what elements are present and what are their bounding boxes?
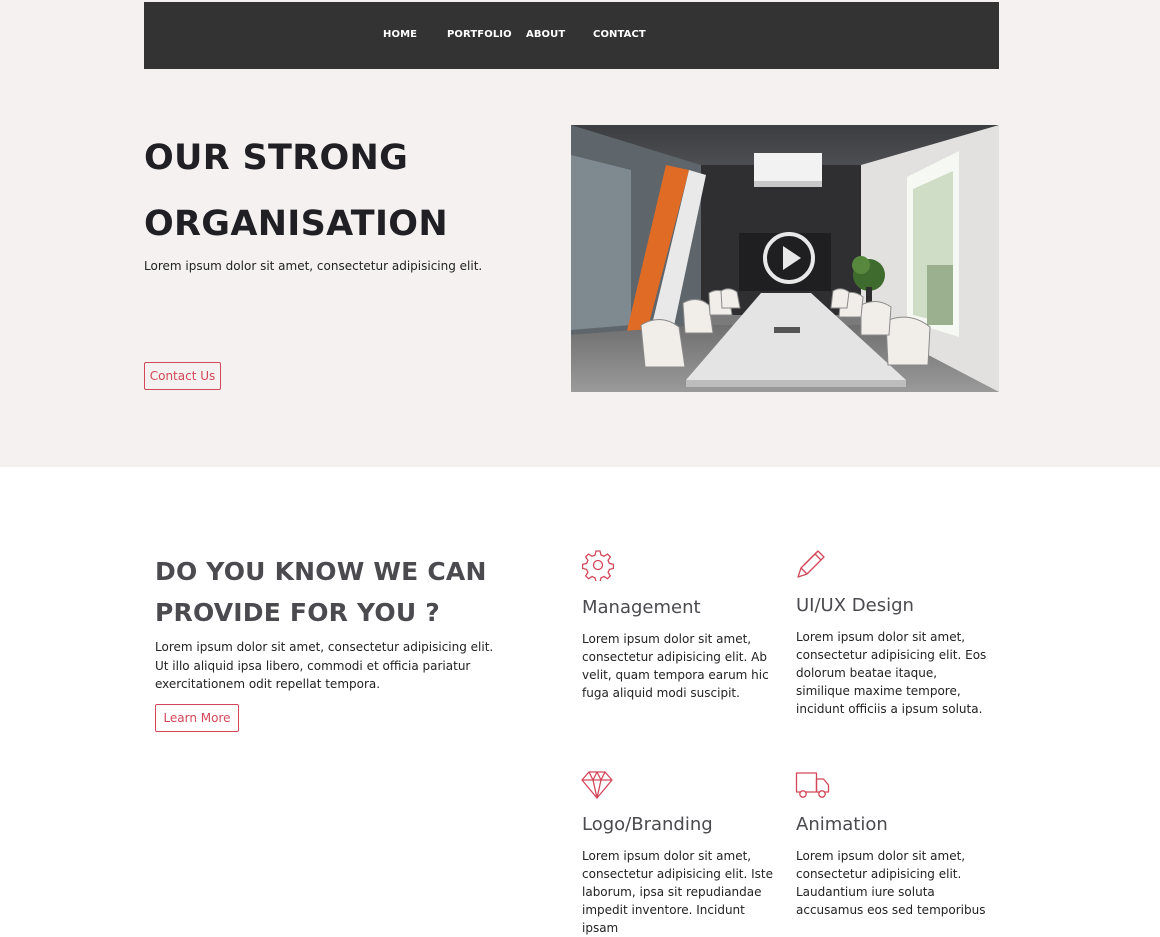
services-title-line-1: DO YOU KNOW WE CAN xyxy=(155,557,487,586)
service-card-title: Management xyxy=(582,597,701,618)
nav-link-home[interactable]: HOME xyxy=(383,29,417,40)
service-card-title: Animation xyxy=(796,814,888,835)
play-icon[interactable] xyxy=(762,231,816,285)
hero-title-line-2: ORGANISATION xyxy=(144,204,448,244)
nav-link-portfolio[interactable]: PORTFOLIO xyxy=(447,29,512,40)
video-thumbnail[interactable] xyxy=(571,125,999,392)
services-description: Lorem ipsum dolor sit amet, consectetur … xyxy=(155,640,494,691)
service-card-text: Lorem ipsum dolor sit amet, consectetur … xyxy=(796,849,986,917)
pencil-icon xyxy=(797,550,825,578)
services-title: DO YOU KNOW WE CAN PROVIDE FOR YOU ? xyxy=(155,551,487,633)
hero-subtitle: Lorem ipsum dolor sit amet, consectetur … xyxy=(144,259,483,273)
service-card-title: UI/UX Design xyxy=(796,595,914,616)
hero-section: HOME PORTFOLIO ABOUT CONTACT OUR STRONG … xyxy=(0,0,1160,467)
diamond-icon xyxy=(581,771,613,799)
service-card-text: Lorem ipsum dolor sit amet, consectetur … xyxy=(796,630,987,716)
top-navbar: HOME PORTFOLIO ABOUT CONTACT xyxy=(144,2,999,69)
contact-us-button[interactable]: Contact Us xyxy=(144,362,221,390)
hero-title: OUR STRONG ORGANISATION xyxy=(144,125,564,257)
nav-link-contact[interactable]: CONTACT xyxy=(593,29,646,40)
service-card-text: Lorem ipsum dolor sit amet, consectetur … xyxy=(582,849,773,935)
service-card-text: Lorem ipsum dolor sit amet, consectetur … xyxy=(582,632,769,700)
nav-link-about[interactable]: ABOUT xyxy=(526,29,565,40)
gear-icon xyxy=(582,550,614,581)
truck-icon xyxy=(795,772,830,798)
services-title-line-2: PROVIDE FOR YOU ? xyxy=(155,598,440,627)
learn-more-button[interactable]: Learn More xyxy=(155,704,239,732)
service-card-title: Logo/Branding xyxy=(582,814,713,835)
hero-title-line-1: OUR STRONG xyxy=(144,138,409,178)
